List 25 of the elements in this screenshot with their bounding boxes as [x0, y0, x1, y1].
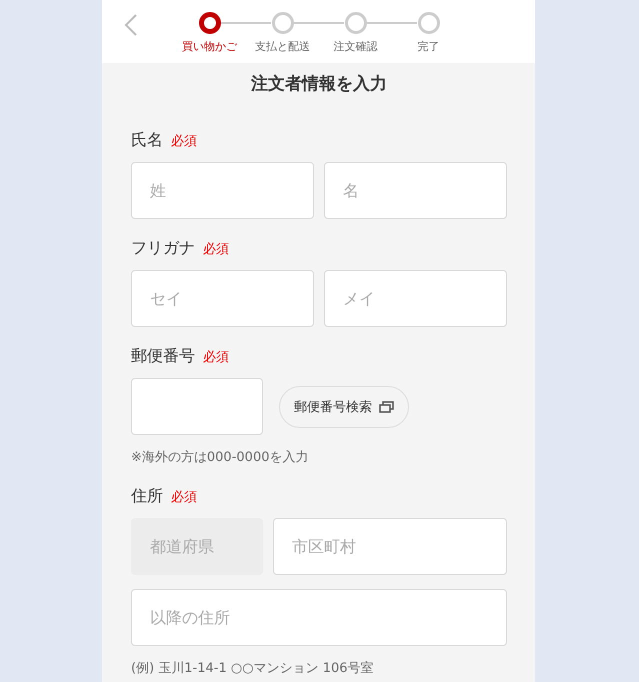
back-icon[interactable] [124, 14, 138, 36]
input-field[interactable]: 名 [324, 162, 507, 219]
hint-text: ※海外の方は000-0000を入力 [131, 449, 310, 467]
step-label: 完了 [418, 39, 440, 54]
input-field[interactable]: セイ [131, 270, 314, 327]
step-label: 支払と配送 [255, 39, 310, 54]
input-field[interactable] [131, 378, 263, 435]
input-field[interactable]: 姓 [131, 162, 314, 219]
new-window-icon [379, 400, 394, 412]
field-label: 郵便番号 [131, 345, 195, 367]
field-label: フリガナ [131, 237, 195, 259]
search-button[interactable]: 郵便番号検索 [279, 386, 409, 428]
step-label: 注文確認 [334, 39, 378, 54]
field-label: 住所 [131, 485, 163, 507]
field-label: 氏名 [131, 129, 163, 151]
hint-text: (例) 玉川1-14-1 ○○マンション 106号室 [131, 660, 375, 678]
page-title: 注文者情報を入力 [250, 73, 388, 96]
required-label: 必須 [171, 489, 197, 507]
input-field[interactable]: 市区町村 [273, 518, 507, 575]
input-field[interactable]: 以降の住所 [131, 589, 507, 646]
input-field[interactable]: メイ [324, 270, 507, 327]
required-label: 必須 [203, 349, 229, 367]
required-label: 必須 [203, 241, 229, 259]
step-label: 買い物かご [182, 39, 237, 54]
required-label: 必須 [171, 133, 197, 151]
